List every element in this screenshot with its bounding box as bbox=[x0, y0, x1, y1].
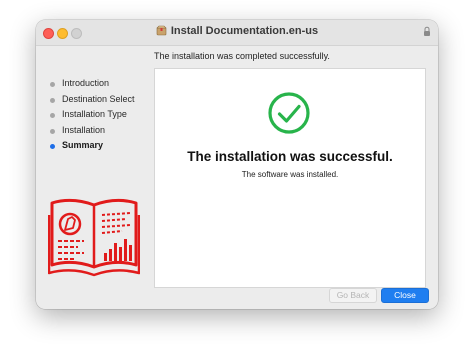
installer-window: Install Documentation.en-us The installa… bbox=[36, 20, 438, 309]
installer-package-icon bbox=[156, 25, 167, 36]
window-title: Install Documentation.en-us bbox=[170, 25, 319, 37]
step-dot-icon bbox=[50, 82, 55, 87]
step-introduction: Introduction bbox=[50, 76, 160, 92]
summary-panel: The installation was successful. The sof… bbox=[154, 68, 426, 288]
step-label: Introduction bbox=[62, 78, 110, 88]
step-dot-icon bbox=[50, 113, 55, 118]
step-installation-type: Installation Type bbox=[50, 107, 160, 123]
open-book-logo-icon bbox=[48, 198, 140, 277]
lock-icon[interactable] bbox=[423, 26, 431, 37]
checkmark-circle-icon bbox=[268, 92, 310, 134]
installer-steps: Introduction Destination Select Installa… bbox=[50, 76, 160, 154]
window-title-wrap: Install Documentation.en-us bbox=[36, 25, 438, 37]
step-dot-icon bbox=[50, 97, 55, 103]
step-label: Installation Type bbox=[62, 109, 127, 119]
step-dot-icon bbox=[50, 144, 55, 149]
step-summary: Summary bbox=[50, 138, 160, 154]
step-label: Destination Select bbox=[62, 93, 135, 104]
step-destination-select: Destination Select bbox=[50, 92, 160, 108]
close-button[interactable]: Close bbox=[381, 288, 429, 303]
step-label: Installation bbox=[62, 124, 106, 135]
success-headline: The installation was successful. bbox=[187, 149, 393, 164]
status-heading: The installation was completed successfu… bbox=[154, 51, 330, 61]
success-subline: The software was installed. bbox=[241, 170, 339, 179]
title-bar: Install Documentation.en-us bbox=[36, 20, 438, 46]
step-installation: Installation bbox=[50, 123, 160, 139]
step-dot-icon bbox=[50, 128, 55, 134]
step-label: Summary bbox=[62, 140, 104, 150]
go-back-button[interactable]: Go Back bbox=[329, 288, 377, 303]
